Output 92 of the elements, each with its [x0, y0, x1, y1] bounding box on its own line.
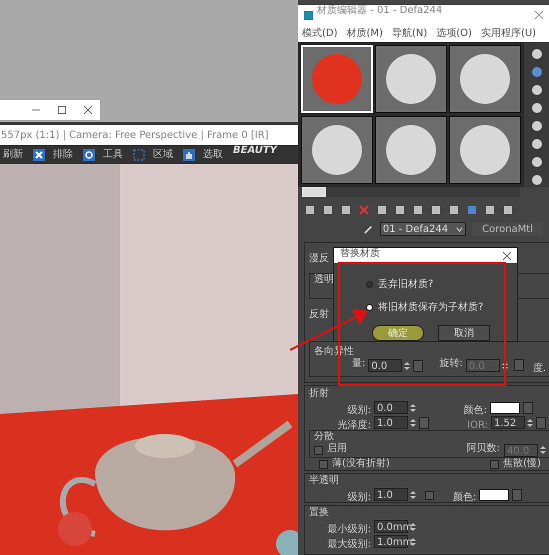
- field-label: 旋转:: [439, 358, 463, 370]
- field-label: 最大级别:: [328, 538, 371, 550]
- toolbar-icon[interactable]: [376, 204, 388, 216]
- checkbox[interactable]: [490, 460, 500, 468]
- toolbar-icon[interactable]: [530, 120, 542, 132]
- horizontal-scrollbar[interactable]: [302, 187, 520, 197]
- toolbar-icon[interactable]: [322, 204, 334, 216]
- section-title: 半透明: [309, 475, 339, 487]
- app-icon: [304, 10, 313, 20]
- level-field[interactable]: 1.0: [374, 488, 408, 501]
- toolbar-icon[interactable]: [530, 174, 542, 186]
- menu-item[interactable]: 导航(N): [392, 26, 428, 41]
- field-label: 阿贝数:: [466, 443, 500, 455]
- ior-field[interactable]: 1.52: [491, 416, 525, 429]
- menu-item[interactable]: 选项(O): [436, 26, 472, 41]
- toolbar-icon[interactable]: [530, 48, 542, 60]
- gear-icon[interactable]: [83, 148, 95, 160]
- spinner-icon[interactable]: [410, 536, 416, 546]
- toolbar-icon[interactable]: [530, 84, 542, 96]
- radio-button[interactable]: [366, 304, 373, 311]
- spinner-icon[interactable]: [527, 418, 533, 428]
- spinner-icon[interactable]: [410, 402, 416, 412]
- field-label: 光泽度:: [338, 420, 371, 430]
- toolbar-icon[interactable]: [412, 204, 424, 216]
- radio-button[interactable]: [366, 281, 373, 288]
- level-field[interactable]: 0.0: [374, 401, 408, 414]
- amount-field[interactable]: 0.0: [368, 359, 402, 372]
- menu-item[interactable]: 实用程序(U): [480, 26, 536, 41]
- toolbar-icon[interactable]: [394, 204, 406, 216]
- color-swatch[interactable]: [490, 402, 520, 414]
- toolbar-label: 排除: [53, 148, 73, 160]
- toolbar-icon[interactable]: [430, 204, 442, 216]
- close-icon[interactable]: [33, 148, 45, 160]
- checkbox[interactable]: [314, 446, 323, 454]
- field-label: 颜色:: [453, 492, 476, 502]
- toolbar-icon[interactable]: [530, 138, 542, 150]
- region-icon[interactable]: [133, 148, 145, 160]
- checkbox-label: 启用: [327, 443, 347, 455]
- field-label: IOR:: [467, 420, 488, 430]
- checkbox-label: 焦散(慢): [503, 458, 541, 470]
- checkbox[interactable]: [319, 460, 328, 468]
- spinner-icon[interactable]: [410, 418, 416, 428]
- section-title: 漫反: [309, 253, 329, 265]
- close-icon[interactable]: [503, 252, 511, 260]
- field-label: 最小级别:: [328, 524, 371, 534]
- checkbox[interactable]: [425, 490, 434, 500]
- toolbar-label: 刷新: [3, 148, 23, 160]
- toolbar-icon[interactable]: [530, 102, 542, 114]
- toolbar-icon[interactable]: [340, 204, 352, 216]
- window-title: 材质编辑器 - 01 - Defa244: [317, 5, 442, 17]
- radio-option[interactable]: 丢弃旧材质?: [366, 277, 517, 292]
- material-type-button[interactable]: CoronaMtl: [472, 222, 543, 236]
- material-slot[interactable]: [375, 45, 447, 113]
- field-label: 级别:: [348, 492, 371, 502]
- dialog-title: 替换材质: [340, 248, 380, 260]
- material-slot[interactable]: [375, 116, 447, 184]
- field-label: 量:: [352, 358, 366, 370]
- spinner-icon[interactable]: [410, 490, 416, 500]
- field-label: 级别:: [348, 404, 371, 416]
- section-title: 置换: [309, 507, 329, 519]
- eyedropper-icon[interactable]: [364, 223, 374, 235]
- group-title: 分散: [314, 431, 334, 442]
- field-label: 透明: [314, 274, 334, 286]
- toolbar-icon[interactable]: [484, 204, 496, 216]
- material-name-dropdown[interactable]: 01 - Defa244: [380, 222, 466, 236]
- checkbox-label: 薄(没有折射): [332, 458, 390, 470]
- color-swatch[interactable]: [479, 488, 510, 500]
- field-label: 颜色:: [464, 404, 487, 416]
- toolbar-icon[interactable]: [530, 156, 542, 168]
- toolbar-label: 区域: [153, 148, 173, 160]
- maximize-icon[interactable]: [58, 106, 66, 114]
- toolbar-icon[interactable]: [530, 66, 542, 78]
- toolbar-icon[interactable]: [448, 204, 460, 216]
- material-slot[interactable]: [449, 45, 521, 113]
- spinner-icon[interactable]: [410, 522, 416, 532]
- section-title: 反射: [309, 309, 329, 321]
- caret-icon: [456, 226, 464, 232]
- frame-info-bar: 557px (1:1) | Camera: Free Perspective | Frame 0 [IR]: [0, 125, 298, 145]
- section-title: 折射: [309, 388, 329, 400]
- toolbar-icon[interactable]: [502, 204, 514, 216]
- toolbar-label: 工具: [103, 148, 123, 160]
- glossiness-field[interactable]: 1.0: [374, 416, 408, 429]
- render-pass-label: BEAUTY: [233, 145, 277, 157]
- material-slot[interactable]: [301, 116, 373, 184]
- unit-label: 度.: [532, 362, 546, 374]
- dialog-button[interactable]: 取消: [438, 325, 490, 341]
- material-slot[interactable]: [449, 116, 521, 184]
- toolbar-icon[interactable]: [304, 204, 316, 216]
- toolbar-label: 选取: [203, 148, 223, 160]
- menu-item[interactable]: 材质(M): [346, 26, 383, 41]
- menu-item[interactable]: 模式(D): [302, 26, 338, 41]
- close-icon[interactable]: [84, 106, 92, 114]
